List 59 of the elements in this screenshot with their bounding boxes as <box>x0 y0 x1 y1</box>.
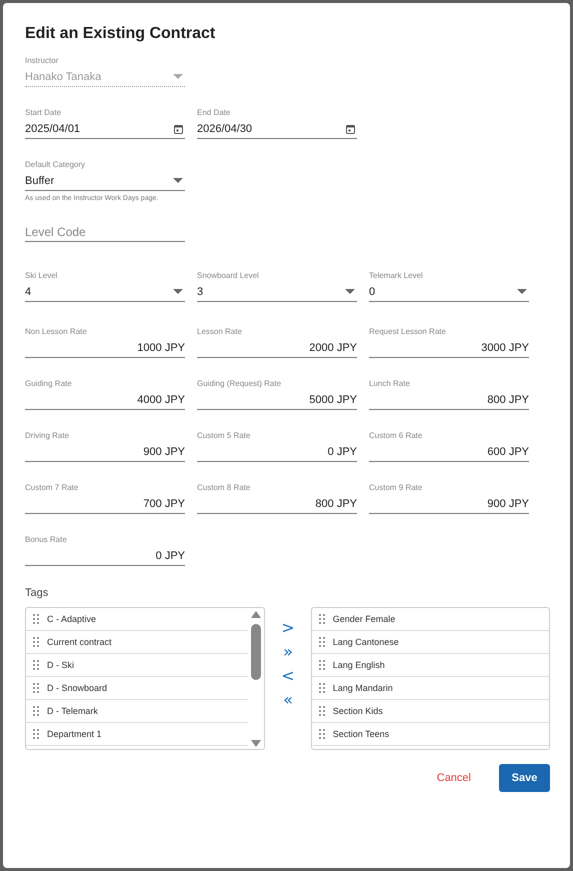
cancel-button[interactable]: Cancel <box>424 764 483 792</box>
drag-handle-icon <box>33 706 39 716</box>
tag-item[interactable]: Lang Mandarin <box>312 677 549 700</box>
select-field[interactable]: Default Category Buffer <box>25 160 185 191</box>
section-label: Tags <box>25 587 50 599</box>
dialog-title: Edit an Existing Contract <box>25 25 216 43</box>
dropdown-caret-icon <box>173 178 183 183</box>
tag-item[interactable]: D - Ski <box>26 654 248 677</box>
drag-handle-icon <box>318 729 325 739</box>
tag-item[interactable]: Lang Cantonese <box>312 631 549 654</box>
drag-handle-icon <box>33 683 39 693</box>
tag-item[interactable]: C - Adaptive <box>26 608 248 631</box>
input-field[interactable]: Lunch Rate 800 JPY <box>369 379 529 410</box>
select-field[interactable]: Telemark Level 0 <box>369 271 529 302</box>
dropdown-caret-icon <box>517 289 527 294</box>
drag-handle-icon <box>33 637 39 647</box>
tag-item[interactable]: Section Kids <box>312 700 549 723</box>
input-field[interactable]: Non Lesson Rate 1000 JPY <box>25 327 185 358</box>
transfer-button[interactable]: > <box>277 619 299 636</box>
dropdown-caret-icon <box>173 289 183 294</box>
input-field[interactable]: Custom 8 Rate 800 JPY <box>197 483 357 514</box>
drag-handle-icon <box>33 729 39 739</box>
calendar-icon <box>346 124 355 134</box>
drag-handle-icon <box>33 614 39 624</box>
input-field[interactable]: Lesson Rate 2000 JPY <box>197 327 357 358</box>
input-field[interactable]: Level Code <box>25 223 185 242</box>
transfer-button[interactable]: < <box>277 667 299 684</box>
transfer-button[interactable]: » <box>279 643 297 660</box>
tag-item[interactable]: Section Teens <box>312 723 549 746</box>
input-field[interactable]: Custom 6 Rate 600 JPY <box>369 431 529 462</box>
input-field[interactable]: Driving Rate 900 JPY <box>25 431 185 462</box>
input-field[interactable]: Request Lesson Rate 3000 JPY <box>369 327 529 358</box>
drag-handle-icon <box>318 614 325 624</box>
tag-item[interactable]: D - Telemark <box>26 700 248 723</box>
tag-item[interactable]: Gender Female <box>312 608 549 631</box>
input-field[interactable]: Guiding (Request) Rate 5000 JPY <box>197 379 357 410</box>
input-field[interactable]: Custom 7 Rate 700 JPY <box>25 483 185 514</box>
dropdown-caret-icon <box>345 289 355 294</box>
input-field[interactable]: Custom 5 Rate 0 JPY <box>197 431 357 462</box>
drag-handle-icon <box>318 660 325 670</box>
drag-handle-icon <box>318 683 325 693</box>
date-field[interactable]: Start Date 2025/04/01 <box>25 108 185 139</box>
input-field[interactable]: Custom 9 Rate 900 JPY <box>369 483 529 514</box>
tag-item[interactable]: Lang English <box>312 654 549 677</box>
drag-handle-icon <box>318 637 325 647</box>
tag-item[interactable]: D - Snowboard <box>26 677 248 700</box>
transfer-button[interactable]: « <box>279 691 297 708</box>
dropdown-caret-icon <box>173 74 183 79</box>
drag-handle-icon <box>33 660 39 670</box>
tag-item[interactable]: Current contract <box>26 631 248 654</box>
save-button[interactable]: Save <box>499 764 550 792</box>
drag-handle-icon <box>318 706 325 716</box>
calendar-icon <box>174 124 183 134</box>
input-field[interactable]: Bonus Rate 0 JPY <box>25 535 185 566</box>
date-field[interactable]: End Date 2026/04/30 <box>197 108 357 139</box>
select-field[interactable]: Ski Level 4 <box>25 271 185 302</box>
tag-item[interactable]: Department 1 <box>26 723 248 746</box>
input-field[interactable]: Guiding Rate 4000 JPY <box>25 379 185 410</box>
select-field[interactable]: Snowboard Level 3 <box>197 271 357 302</box>
